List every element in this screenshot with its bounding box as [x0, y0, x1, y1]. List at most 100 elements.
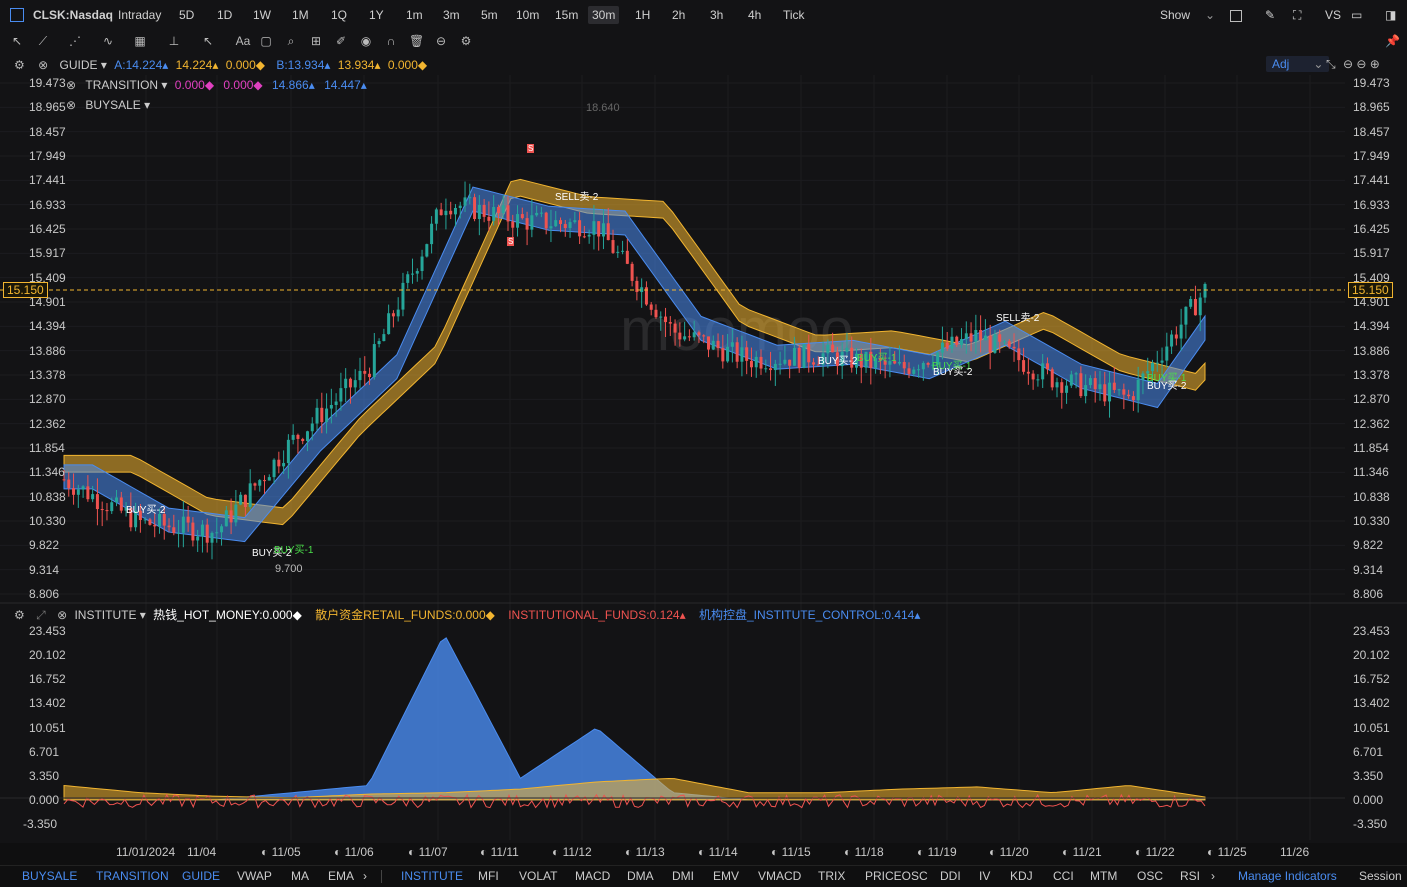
gear-icon[interactable]: ⚙ [14, 58, 25, 72]
close-icon[interactable]: ⊗ [66, 78, 76, 92]
time-tick: ◐ 11/06 [334, 845, 374, 859]
candle-body [788, 359, 792, 366]
tab-ddi[interactable]: DDI [940, 869, 961, 883]
institute-label[interactable]: INSTITUTE [74, 608, 136, 622]
institute-legend: ⚙ ⤢ ⊗ INSTITUTE ▾ 热钱_HOT_MONEY:0.000◆ 散户… [14, 606, 920, 623]
high-annotation: 18.640 [586, 102, 620, 114]
candle-body [334, 401, 338, 406]
candle-body [425, 244, 429, 257]
chevron-down-icon[interactable]: ▾ [158, 78, 167, 92]
candle-body [339, 388, 343, 402]
chevron-down-icon[interactable]: ▾ [141, 98, 150, 112]
tab-emv[interactable]: EMV [713, 869, 739, 883]
tab-osc[interactable]: OSC [1137, 869, 1163, 883]
close-icon[interactable]: ⊗ [57, 608, 67, 622]
transition-v3: 14.866 [272, 78, 309, 92]
tab-volat[interactable]: VOLAT [519, 869, 557, 883]
tab-rsi[interactable]: RSI [1180, 869, 1200, 883]
manage-indicators-link[interactable]: Manage Indicators [1238, 869, 1337, 883]
price-tick: 13.886 [1353, 343, 1390, 358]
tab-cci[interactable]: CCI [1053, 869, 1074, 883]
chevron-down-icon[interactable]: ▾ [98, 58, 107, 72]
indicator-tick: -3.350 [23, 817, 58, 831]
price-tick: 12.362 [29, 416, 66, 431]
close-icon[interactable]: ⊗ [38, 58, 48, 72]
guide-b2: 13.934 [337, 58, 375, 72]
price-tick: 11.346 [1353, 465, 1389, 480]
candle-body [210, 532, 214, 543]
tab-dmi[interactable]: DMI [672, 869, 694, 883]
candle-body [344, 378, 348, 389]
price-tick: 18.965 [1353, 100, 1390, 115]
tab-trix[interactable]: TRIX [818, 869, 845, 883]
candle-body [167, 525, 171, 528]
tab-transition[interactable]: TRANSITION [96, 869, 169, 883]
candle-body [177, 532, 181, 534]
chevron-right-icon[interactable]: › [1211, 869, 1215, 883]
candle-body [940, 342, 944, 353]
candle-body [200, 524, 204, 537]
candle-body [444, 210, 448, 216]
indicator-tick: 10.051 [1353, 720, 1390, 735]
candle-body [391, 313, 395, 317]
gear-icon[interactable]: ⚙ [14, 608, 25, 622]
chevron-right-icon[interactable]: › [363, 869, 367, 883]
candle-body [807, 344, 811, 363]
tab-buysale[interactable]: BUYSALE [22, 869, 77, 883]
candle-body [172, 527, 176, 533]
tab-kdj[interactable]: KDJ [1010, 869, 1033, 883]
candle-body [764, 368, 768, 370]
expand-icon[interactable]: ⤢ [36, 608, 46, 622]
tab-priceosc[interactable]: PRICEOSC [865, 869, 928, 883]
tab-dma[interactable]: DMA [627, 869, 654, 883]
tab-institute[interactable]: INSTITUTE [401, 869, 463, 883]
tab-guide[interactable]: GUIDE [182, 869, 220, 883]
tab-ma[interactable]: MA [291, 869, 309, 883]
candle-body [1050, 369, 1054, 388]
institute-control-area [63, 777, 1206, 801]
transition-label[interactable]: TRANSITION [85, 78, 158, 92]
tab-mtm[interactable]: MTM [1090, 869, 1117, 883]
candle-body [239, 494, 243, 505]
diamond-icon: ◆ [255, 58, 265, 72]
candle-body [358, 370, 362, 381]
price-tick: 11.854 [29, 441, 65, 455]
signal-label: BUY买-2 [126, 505, 166, 516]
candle-body [1165, 346, 1169, 361]
chevron-down-icon[interactable]: ▾ [136, 608, 146, 622]
buysale-label[interactable]: BUYSALE [85, 98, 140, 112]
candle-body [1117, 389, 1121, 391]
guide-label[interactable]: GUIDE [60, 58, 98, 72]
candle-body [406, 274, 410, 283]
price-tick: 10.838 [1353, 489, 1390, 504]
retail-funds-value: 散户资金RETAIL_FUNDS:0.000 [315, 608, 486, 622]
time-tick: ◐ 11/13 [625, 845, 665, 859]
candle-body [430, 223, 434, 245]
scale-icon[interactable]: ⤡ [1326, 57, 1336, 71]
tab-vmacd[interactable]: VMACD [758, 869, 801, 883]
chevron-down-icon[interactable]: ⌄ [1313, 57, 1323, 71]
tab-mfi[interactable]: MFI [478, 869, 499, 883]
minus-icon[interactable]: ⊖ [1343, 57, 1353, 71]
candle-body [525, 218, 529, 230]
candle-body [477, 204, 481, 219]
guide-b: B:13.934 [276, 58, 325, 72]
candle-body [1193, 299, 1197, 316]
session-button[interactable]: Session [1359, 869, 1402, 883]
plus-icon[interactable]: ⊕ [1370, 57, 1380, 71]
candle-body [964, 333, 968, 340]
adj-label[interactable]: Adj [1272, 57, 1289, 71]
candle-body [243, 494, 247, 507]
close-icon[interactable]: ⊗ [66, 98, 76, 112]
last-price-tag-left: 15.150 [3, 282, 48, 298]
adj-dropdown[interactable]: Adj ⌄ [1266, 56, 1330, 72]
minimize-icon[interactable]: ⊖ [1356, 57, 1366, 71]
tab-iv[interactable]: IV [979, 869, 990, 883]
candle-body [678, 332, 682, 340]
candle-body [1084, 385, 1088, 397]
candle-body [1041, 363, 1045, 380]
tab-vwap[interactable]: VWAP [237, 869, 272, 883]
candle-body [453, 207, 457, 215]
tab-ema[interactable]: EMA [328, 869, 354, 883]
tab-macd[interactable]: MACD [575, 869, 610, 883]
